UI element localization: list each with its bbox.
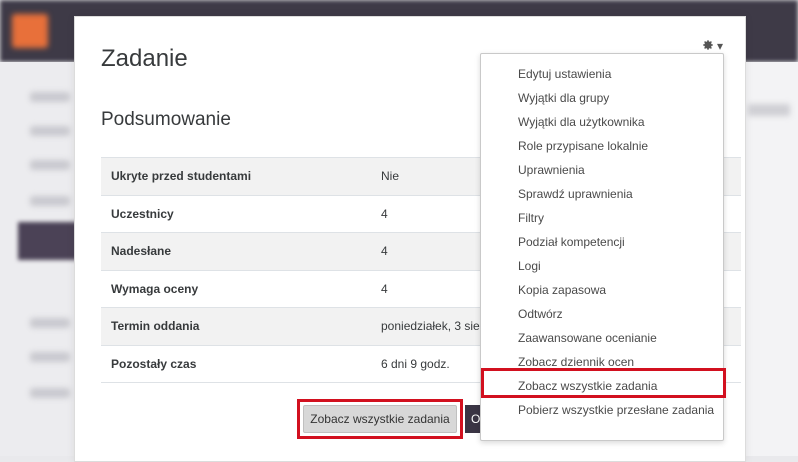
- row-label: Uczestnicy: [111, 206, 174, 221]
- background-sidebar-item: [30, 126, 70, 136]
- menu-item-check-permissions[interactable]: Sprawdź uprawnienia: [481, 182, 723, 206]
- background-sidebar-item: [30, 388, 70, 398]
- section-title: Podsumowanie: [101, 109, 231, 130]
- menu-item-local-roles[interactable]: Role przypisane lokalnie: [481, 134, 723, 158]
- menu-item-user-overrides[interactable]: Wyjątki dla użytkownika: [481, 110, 723, 134]
- menu-item-backup[interactable]: Kopia zapasowa: [481, 278, 723, 302]
- menu-item-download-all-submissions[interactable]: Pobierz wszystkie przesłane zadania: [481, 398, 723, 422]
- background-logo: [12, 14, 48, 48]
- background-right-text: [748, 104, 790, 116]
- row-label: Nadesłane: [111, 244, 172, 259]
- row-label: Pozostały czas: [111, 356, 197, 371]
- page-title: Zadanie: [101, 45, 188, 72]
- row-label: Ukryte przed studentami: [111, 169, 252, 184]
- view-all-submissions-button[interactable]: Zobacz wszystkie zadania: [303, 405, 457, 433]
- background-sidebar-item: [30, 92, 70, 102]
- settings-dropdown-menu: Edytuj ustawienia Wyjątki dla grupy Wyją…: [480, 53, 724, 441]
- row-label: Wymaga oceny: [111, 281, 199, 296]
- menu-item-permissions[interactable]: Uprawnienia: [481, 158, 723, 182]
- menu-item-view-all-submissions[interactable]: Zobacz wszystkie zadania: [481, 374, 723, 398]
- background-sidebar-item: [30, 160, 70, 170]
- background-sidebar-item: [30, 352, 70, 362]
- menu-item-gradebook[interactable]: Zobacz dziennik ocen: [481, 350, 723, 374]
- menu-item-competency-breakdown[interactable]: Podział kompetencji: [481, 230, 723, 254]
- menu-item-restore[interactable]: Odtwórz: [481, 302, 723, 326]
- menu-item-advanced-grading[interactable]: Zaawansowane ocenianie: [481, 326, 723, 350]
- background-sidebar-item: [30, 318, 70, 328]
- row-label: Termin oddania: [111, 319, 200, 334]
- menu-item-filters[interactable]: Filtry: [481, 206, 723, 230]
- background-sidebar-item: [30, 196, 70, 206]
- menu-item-logs[interactable]: Logi: [481, 254, 723, 278]
- gear-icon: [702, 39, 714, 54]
- menu-item-group-overrides[interactable]: Wyjątki dla grupy: [481, 86, 723, 110]
- assignment-card: Zadanie ▾ Podsumowanie Ukryte przed stud…: [74, 16, 746, 462]
- chevron-down-icon: ▾: [716, 39, 723, 53]
- menu-item-edit-settings[interactable]: Edytuj ustawienia: [481, 62, 723, 86]
